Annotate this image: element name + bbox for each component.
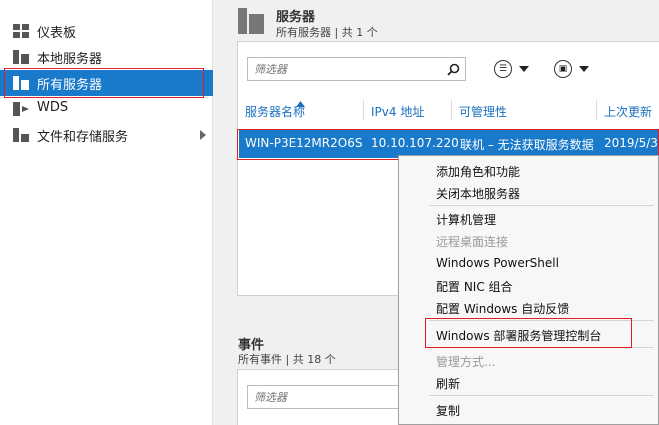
sidebar-item-wds[interactable]: WDS — [0, 96, 213, 122]
servers-filter-input[interactable] — [247, 57, 466, 81]
menu-item-remote-desktop: 远程桌面连接 — [436, 235, 509, 249]
sidebar: 仪表板 本地服务器 所有服务器 WDS 文件和存储服务 — [0, 0, 213, 425]
sidebar-item-label: 仪表板 — [37, 26, 77, 41]
list-icon: ☰ — [494, 60, 512, 78]
context-menu: 添加角色和功能 关闭本地服务器 计算机管理 远程桌面连接 Windows Pow… — [398, 155, 659, 425]
sidebar-item-file-storage[interactable]: 文件和存储服务 — [0, 122, 213, 148]
menu-item-windows-feedback[interactable]: 配置 Windows 自动反馈 — [436, 300, 569, 317]
cell-server-name: WIN-P3E12MR2O6S — [245, 136, 363, 150]
menu-separator — [429, 395, 654, 396]
menu-separator — [429, 205, 654, 206]
search-icon[interactable] — [447, 63, 460, 76]
column-header-last-update[interactable]: 上次更新 — [604, 103, 652, 120]
servers-icon — [13, 76, 29, 90]
cell-ipv4: 10.10.107.220 — [371, 136, 459, 150]
chevron-down-icon — [519, 66, 529, 72]
menu-separator — [429, 320, 654, 321]
sidebar-item-label: 所有服务器 — [37, 78, 103, 93]
sidebar-item-label: WDS — [37, 100, 69, 115]
cell-last-update: 2019/5/30 — [604, 136, 659, 150]
menu-item-wds-console[interactable]: Windows 部署服务管理控制台 — [436, 327, 601, 344]
menu-item-computer-management[interactable]: 计算机管理 — [436, 211, 496, 228]
menu-item-manage-as: 管理方式... — [436, 355, 496, 369]
servers-filter-field[interactable] — [248, 58, 465, 80]
menu-item-shutdown-local-server[interactable]: 关闭本地服务器 — [436, 185, 520, 202]
file-storage-icon — [13, 128, 29, 142]
sidebar-item-label: 文件和存储服务 — [37, 130, 129, 145]
servers-section-title: 服务器 — [276, 10, 316, 25]
save-query-button[interactable]: ▣ — [554, 58, 589, 80]
menu-item-nic-teaming[interactable]: 配置 NIC 组合 — [436, 278, 513, 295]
servers-section-icon — [238, 8, 264, 34]
menu-separator — [429, 347, 654, 348]
menu-item-copy[interactable]: 复制 — [436, 402, 460, 419]
sidebar-item-all-servers[interactable]: 所有服务器 — [0, 70, 213, 96]
column-separator — [363, 100, 364, 120]
cell-manageability: 联机 – 无法获取服务数据 — [460, 138, 594, 152]
list-view-button[interactable]: ☰ — [494, 58, 529, 80]
sidebar-item-local-server[interactable]: 本地服务器 — [0, 44, 213, 70]
menu-item-powershell[interactable]: Windows PowerShell — [436, 256, 559, 270]
chevron-right-icon[interactable] — [200, 130, 206, 140]
column-header-manageability[interactable]: 可管理性 — [459, 103, 507, 120]
menu-item-refresh[interactable]: 刷新 — [436, 375, 460, 392]
wds-icon — [13, 102, 29, 116]
sidebar-item-dashboard[interactable]: 仪表板 — [0, 18, 213, 44]
servers-section-subtitle: 所有服务器 | 共 1 个 — [276, 26, 378, 39]
chevron-down-icon — [579, 66, 589, 72]
menu-item-add-roles[interactable]: 添加角色和功能 — [436, 163, 520, 180]
sort-ascending-icon — [296, 101, 305, 107]
dashboard-icon — [13, 24, 29, 38]
server-icon — [13, 50, 29, 64]
save-icon: ▣ — [554, 60, 572, 78]
column-header-ipv4[interactable]: IPv4 地址 — [371, 103, 424, 120]
table-row[interactable]: WIN-P3E12MR2O6S 10.10.107.220 联机 – 无法获取服… — [239, 130, 659, 158]
events-section-subtitle: 所有事件 | 共 18 个 — [238, 353, 336, 366]
column-separator — [451, 100, 452, 120]
sidebar-item-label: 本地服务器 — [37, 52, 103, 67]
column-separator — [596, 100, 597, 120]
